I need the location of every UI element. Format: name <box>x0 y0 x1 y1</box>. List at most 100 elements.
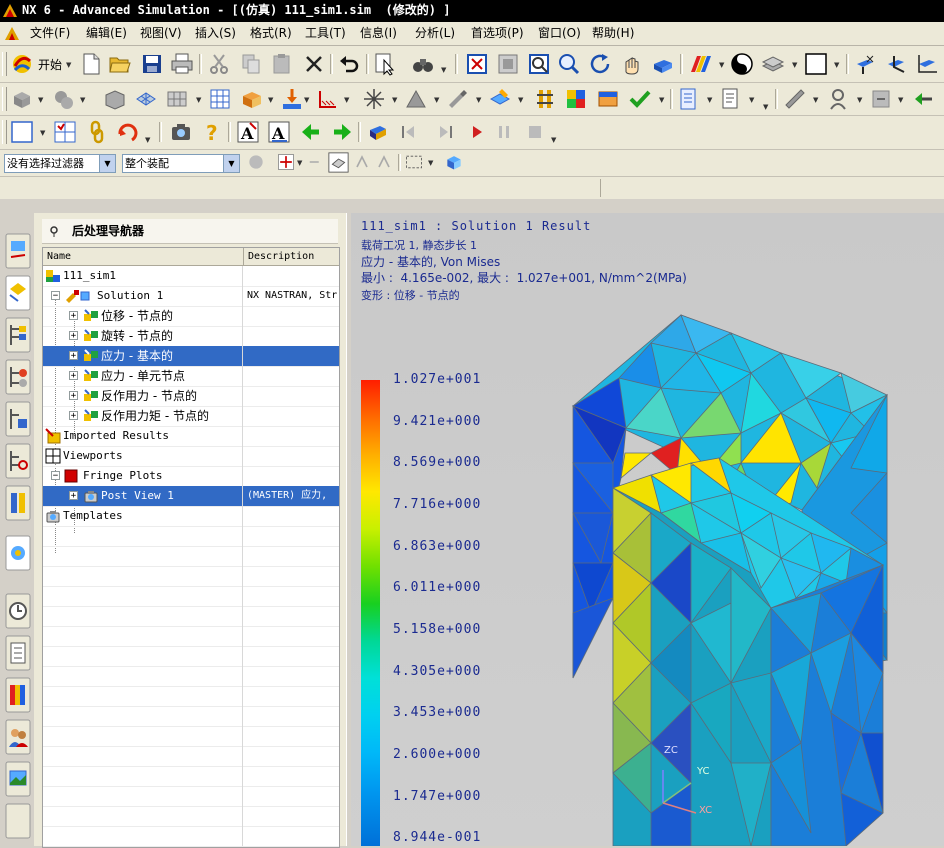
check-dropdown-icon[interactable]: ▼ <box>659 96 664 104</box>
toolbar-grip[interactable] <box>2 87 7 111</box>
mesh-2d-icon[interactable] <box>134 87 158 111</box>
select-pointer-icon[interactable] <box>373 52 397 76</box>
expand-icon[interactable]: + <box>69 391 78 401</box>
material-icon[interactable] <box>240 87 264 111</box>
open-folder-icon[interactable] <box>108 52 132 76</box>
layer-dropdown-icon[interactable]: ▼ <box>792 61 797 69</box>
undo-icon[interactable] <box>337 52 361 76</box>
edit-dropdown-icon[interactable]: ▼ <box>476 96 481 104</box>
part-navigator-tab-icon[interactable] <box>5 317 31 353</box>
constraint-dropdown-icon[interactable]: ▼ <box>344 96 349 104</box>
stop-icon[interactable] <box>523 120 547 144</box>
zoom-box-icon[interactable] <box>527 52 551 76</box>
expand-icon[interactable]: + <box>69 351 78 361</box>
chevron-down-icon[interactable]: ▼ <box>99 155 115 172</box>
table-mesh-icon[interactable] <box>208 87 232 111</box>
play-icon[interactable] <box>465 120 489 144</box>
color-roles-tab-icon[interactable] <box>5 677 31 713</box>
report-dropdown-icon[interactable]: ▼ <box>749 96 754 104</box>
assembly-dropdown-icon[interactable]: ▼ <box>38 96 43 104</box>
sim-navigator-tab-icon[interactable] <box>5 233 31 269</box>
swirl-dropdown-icon[interactable]: ▼ <box>145 136 150 144</box>
probe-dropdown-icon[interactable]: ▼ <box>857 96 862 104</box>
delete-icon[interactable] <box>302 52 326 76</box>
quality-dropdown-icon[interactable]: ▼ <box>518 96 523 104</box>
tree-node[interactable]: 111_sim1 <box>43 266 339 287</box>
system-materials-tab-icon[interactable] <box>5 635 31 671</box>
new-file-icon[interactable] <box>79 52 103 76</box>
mesh-3d-icon[interactable] <box>103 87 127 111</box>
measure-dropdown-icon[interactable]: ▼ <box>813 96 818 104</box>
history-navigator-tab-icon[interactable] <box>5 443 31 479</box>
element-dropdown-icon[interactable]: ▼ <box>434 96 439 104</box>
menu-help[interactable]: 帮助(H) <box>590 25 636 42</box>
csys-icon[interactable] <box>884 52 908 76</box>
probe-icon[interactable] <box>826 87 850 111</box>
toolbar-grip[interactable] <box>2 120 7 144</box>
node-icon[interactable] <box>362 87 386 111</box>
assembly-navigator-tab-icon[interactable] <box>5 359 31 395</box>
pause-icon[interactable] <box>492 120 516 144</box>
chevron-down-icon[interactable]: ▼ <box>223 155 239 172</box>
expand-icon[interactable]: + <box>69 411 78 421</box>
constraint-icon[interactable] <box>316 87 340 111</box>
hide-dropdown-icon[interactable]: ▼ <box>898 96 903 104</box>
animation-icon[interactable] <box>366 120 390 144</box>
shading-dropdown-icon[interactable]: ▼ <box>719 61 724 69</box>
rotate-icon[interactable] <box>588 52 612 76</box>
tree-node[interactable]: − Fringe Plots <box>43 466 339 487</box>
collapse-icon[interactable]: − <box>51 291 60 301</box>
view-dropdown-icon[interactable]: ▼ <box>40 129 45 137</box>
start-label[interactable]: 开始 <box>38 56 62 73</box>
menu-preferences[interactable]: 首选项(P) <box>469 25 526 42</box>
binoculars-icon[interactable] <box>411 52 435 76</box>
tools-dropdown-icon[interactable]: ▼ <box>441 66 446 74</box>
list-icon[interactable] <box>676 87 700 111</box>
toolbar-grip[interactable] <box>2 52 7 76</box>
text-icon[interactable]: A <box>267 120 291 144</box>
snap-point-icon[interactable] <box>276 152 296 172</box>
checkbox-grid-icon[interactable] <box>53 120 77 144</box>
collapse-icon[interactable]: − <box>51 471 60 481</box>
expand-icon[interactable]: + <box>69 311 78 321</box>
column-header-name[interactable]: Name <box>43 248 244 266</box>
snap-dropdown-icon[interactable]: ▼ <box>297 159 302 167</box>
menu-format[interactable]: 格式(R) <box>248 25 294 42</box>
selection-filter-combo[interactable]: 没有选择过滤器 ▼ <box>4 154 116 173</box>
solve-icon[interactable] <box>533 87 557 111</box>
arrow-right-icon[interactable] <box>330 120 354 144</box>
grid-icon[interactable] <box>165 87 189 111</box>
first-frame-icon[interactable] <box>396 120 420 144</box>
tree-node[interactable]: + 位移 - 节点的 <box>43 306 339 327</box>
blank-view-icon[interactable] <box>10 120 34 144</box>
column-header-description[interactable]: Description <box>244 248 339 266</box>
zoom-window-icon[interactable] <box>496 52 520 76</box>
check-quality-icon[interactable] <box>488 87 512 111</box>
back-arrow-icon[interactable] <box>912 87 936 111</box>
expand-icon[interactable]: + <box>69 331 78 341</box>
arrow-left-icon[interactable] <box>299 120 323 144</box>
tree-node[interactable]: Viewports <box>43 446 339 467</box>
report-icon[interactable] <box>719 87 743 111</box>
tree-node-selected[interactable]: + 应力 - 基本的 <box>43 346 339 367</box>
edit-element-icon[interactable] <box>446 87 470 111</box>
material-dropdown-icon[interactable]: ▼ <box>268 96 273 104</box>
color-dropdown-icon[interactable]: ▼ <box>834 61 839 69</box>
print-icon[interactable] <box>170 52 194 76</box>
tree-node[interactable]: Imported Results <box>43 426 339 447</box>
pan-icon[interactable] <box>619 52 643 76</box>
color-box-icon[interactable] <box>804 52 828 76</box>
navigator-tree[interactable]: Name Description 111_sim1 − Solution 1 N… <box>42 247 340 848</box>
start-dropdown-icon[interactable]: ▼ <box>66 61 71 69</box>
grid-dropdown-icon[interactable]: ▼ <box>196 96 201 104</box>
tree-node[interactable]: + 反作用力 - 节点的 <box>43 386 339 407</box>
menu-analysis[interactable]: 分析(L) <box>413 25 457 42</box>
reuse-library-tab-icon[interactable] <box>5 485 31 521</box>
start-icon[interactable] <box>10 52 34 76</box>
post-view-icon[interactable] <box>596 87 620 111</box>
list-dropdown-icon[interactable]: ▼ <box>707 96 712 104</box>
measure-icon[interactable] <box>783 87 807 111</box>
select-all-icon[interactable] <box>444 152 464 172</box>
select-feature-icon[interactable] <box>374 152 394 172</box>
rectangle-select-icon[interactable] <box>404 152 424 172</box>
